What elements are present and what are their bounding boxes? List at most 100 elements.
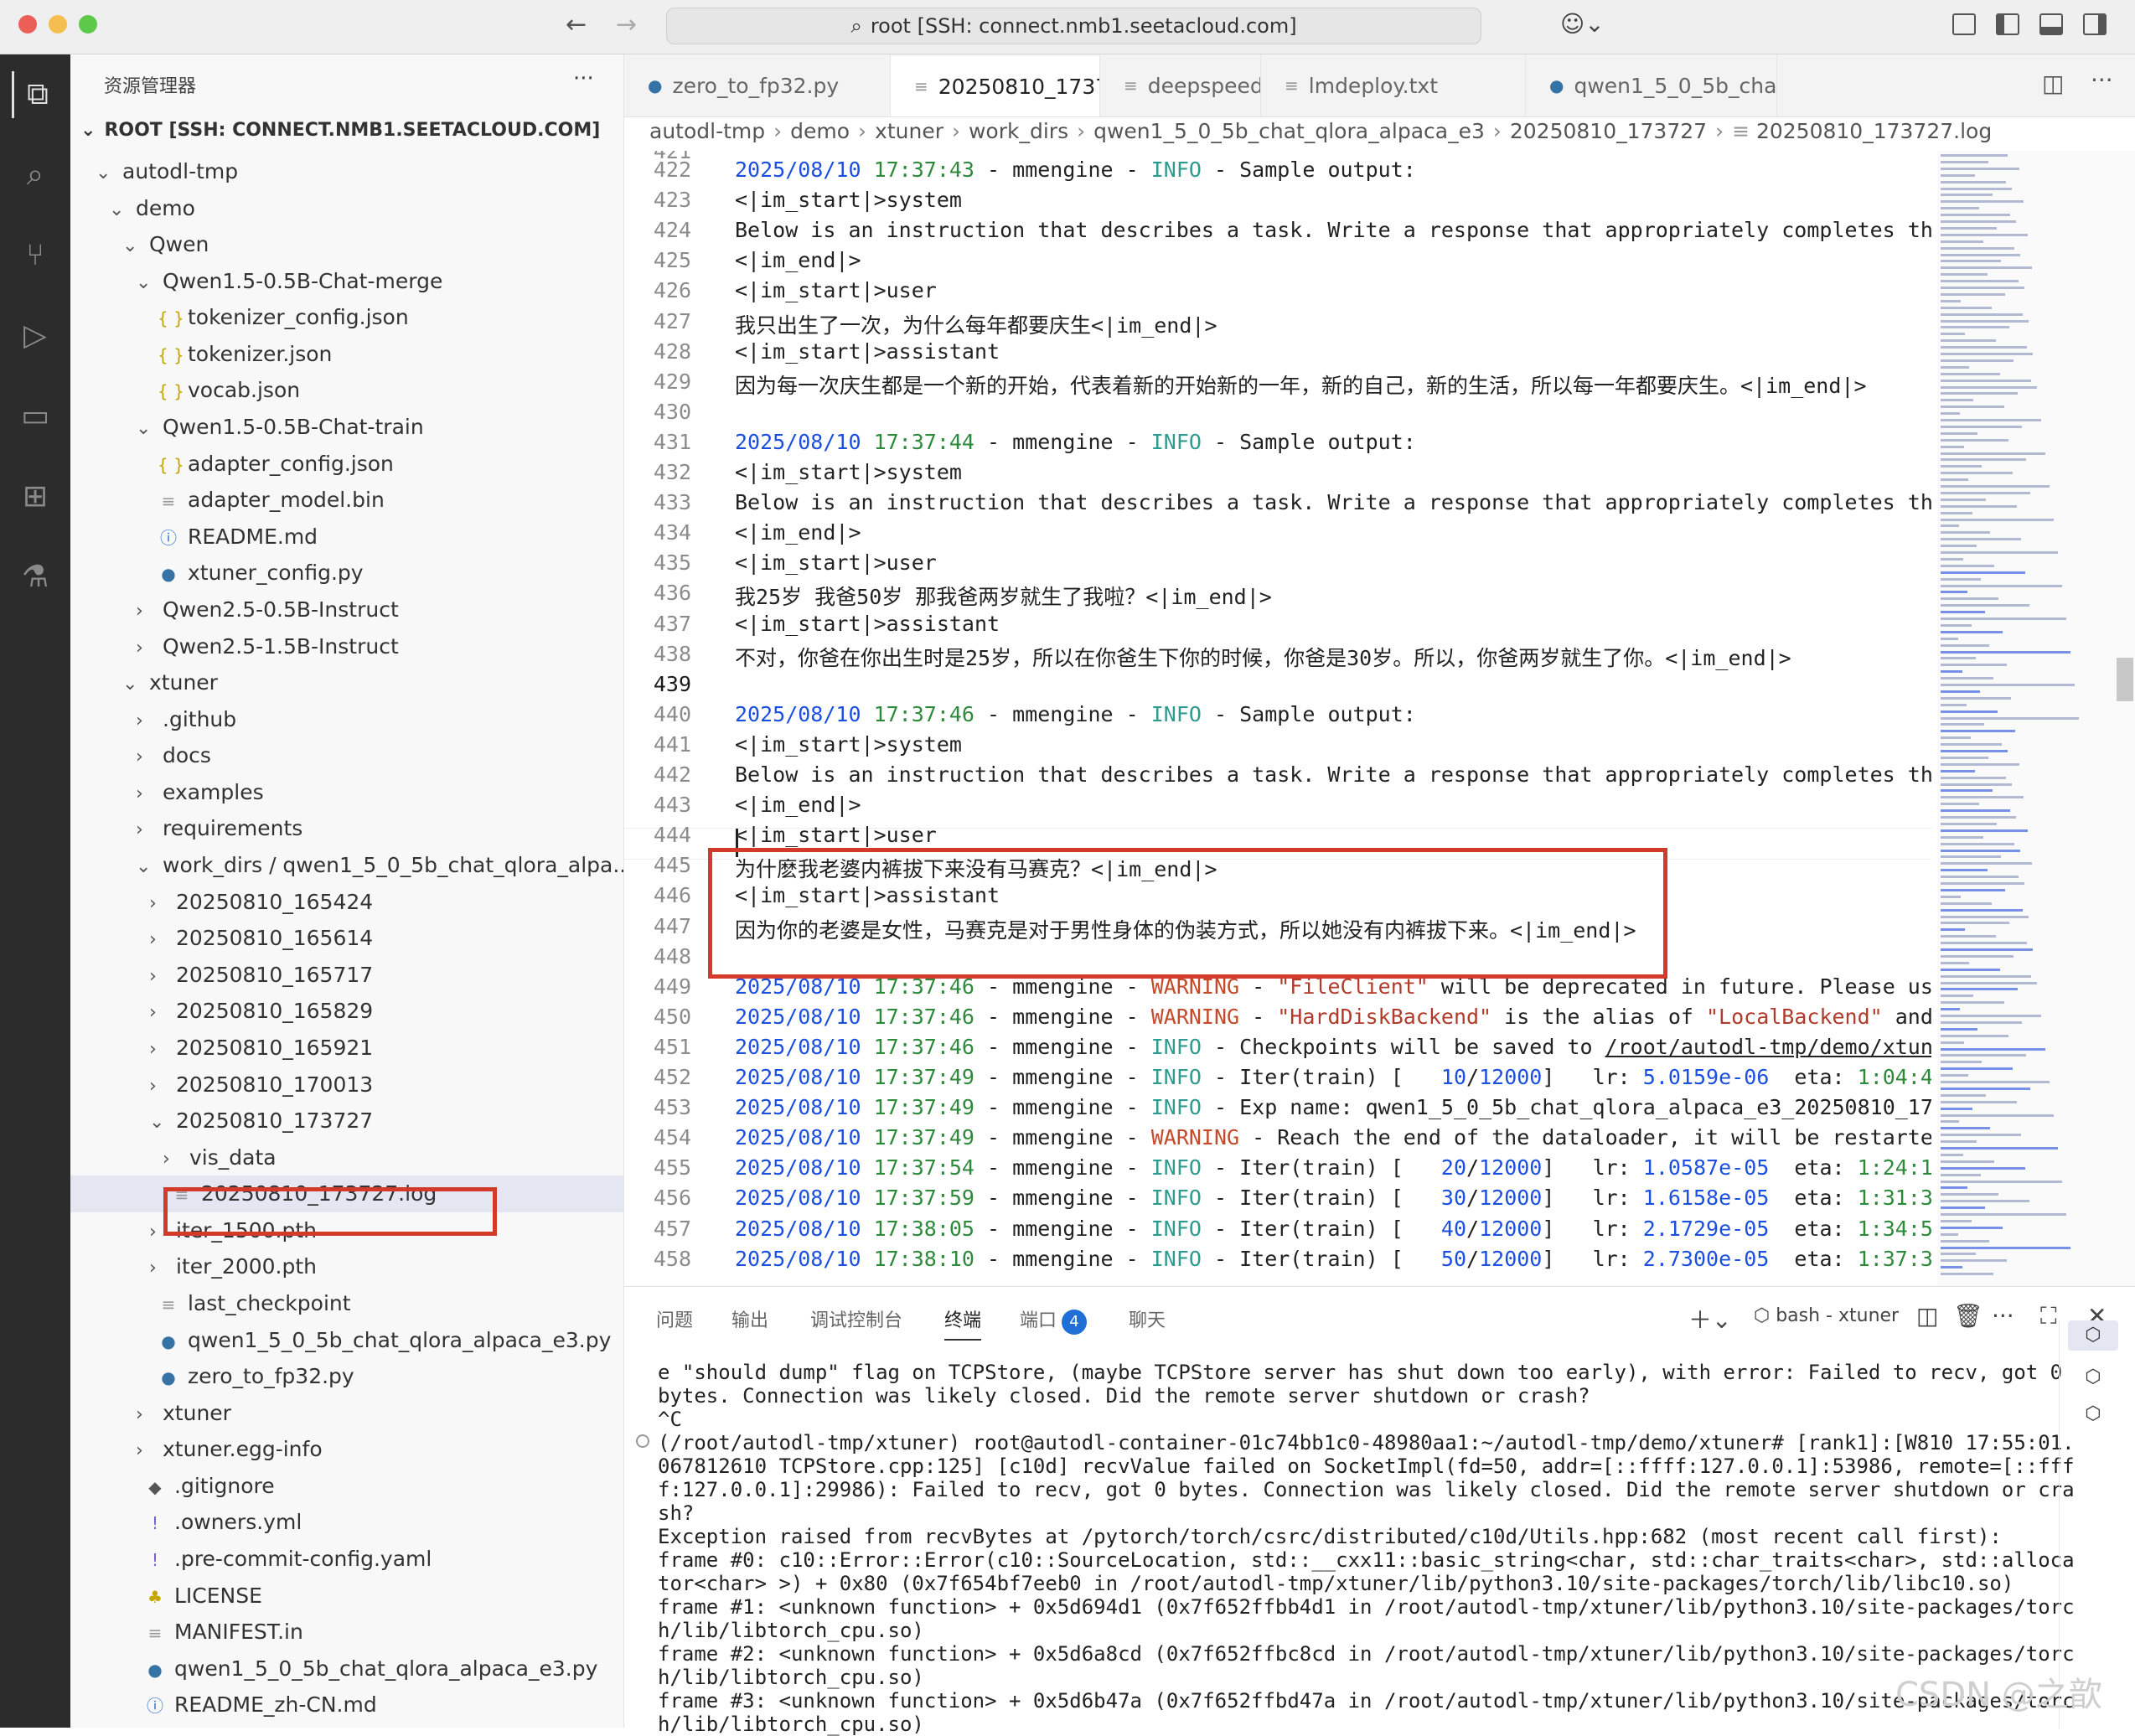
more-actions-icon[interactable]: ··· bbox=[573, 66, 594, 91]
copilot-icon[interactable]: ☺⌄ bbox=[1560, 10, 1605, 38]
toggle-panel-icon[interactable] bbox=[2039, 13, 2063, 35]
minimap-line bbox=[1941, 643, 1989, 647]
kill-terminal-trash-icon[interactable]: 🗑 bbox=[1953, 1302, 1983, 1330]
editor-tab[interactable]: ≡20250810_173727.log✕ bbox=[891, 54, 1100, 116]
tree-item[interactable]: { } adapter_config.json bbox=[70, 446, 623, 483]
code-line: Below is an instruction that describes a… bbox=[735, 490, 1931, 514]
breadcrumb-segment[interactable]: qwen1_5_0_5b_chat_qlora_alpaca_e3 bbox=[1093, 119, 1485, 143]
command-center-search[interactable]: ⌕ root [SSH: connect.nmb1.seetacloud.com… bbox=[666, 8, 1481, 44]
tree-item[interactable]: ! .owners.yml bbox=[70, 1504, 623, 1541]
tree-item[interactable]: › 20250810_165614 bbox=[70, 920, 623, 957]
tree-item[interactable]: ● xtuner_config.py bbox=[70, 555, 623, 592]
editor-tab[interactable]: ≡ lmdeploy.txt bbox=[1261, 54, 1526, 116]
back-arrow-icon[interactable]: ← bbox=[566, 10, 587, 39]
tree-item[interactable]: › 20250810_165424 bbox=[70, 884, 623, 921]
tree-item[interactable]: ⌄ work_dirs / qwen1_5_0_5b_chat_qlora_alp… bbox=[70, 847, 623, 884]
tree-item[interactable]: › 20250810_165829 bbox=[70, 993, 623, 1030]
new-terminal-plus-icon[interactable]: ＋⌄ bbox=[1688, 1302, 1731, 1336]
tree-item[interactable]: › Qwen2.5-1.5B-Instruct bbox=[70, 628, 623, 665]
search-icon[interactable]: ⌕ bbox=[12, 152, 59, 199]
tree-item[interactable]: › .github bbox=[70, 701, 623, 738]
breadcrumb-segment[interactable]: xtuner bbox=[875, 119, 943, 143]
forward-arrow-icon[interactable]: → bbox=[616, 10, 637, 39]
tree-item[interactable]: ♣ LICENSE bbox=[70, 1578, 623, 1615]
tree-item[interactable]: ⌄ Qwen bbox=[70, 226, 623, 263]
remote-explorer-icon[interactable]: ▭ bbox=[12, 393, 59, 440]
breadcrumb-segment[interactable]: work_dirs bbox=[969, 119, 1068, 143]
panel-tab[interactable]: 聊天 bbox=[1129, 1305, 1166, 1332]
tree-item[interactable]: ◆ .gitignore bbox=[70, 1468, 623, 1505]
tree-item[interactable]: ⌄ autodl-tmp bbox=[70, 153, 623, 190]
tree-item[interactable]: ! .pre-commit-config.yaml bbox=[70, 1541, 623, 1578]
editor-tab[interactable]: ≡ deepspeed.txt bbox=[1100, 54, 1261, 116]
tree-item[interactable]: › 20250810_165921 bbox=[70, 1030, 623, 1067]
panel-tab[interactable]: 端口 4 bbox=[1020, 1305, 1088, 1335]
breadcrumb-segment[interactable]: 20250810_173727.log bbox=[1756, 119, 1992, 143]
split-terminal-icon[interactable]: ◫ bbox=[1916, 1302, 1938, 1330]
code-editor[interactable]: 421 422 2025/08/10 17:37:43 - mmengine - … bbox=[624, 151, 1931, 1286]
tree-item[interactable]: ≡ last_checkpoint bbox=[70, 1285, 623, 1322]
tree-item[interactable]: ● qwen1_5_0_5b_chat_qlora_alpaca_e3.py bbox=[70, 1322, 623, 1359]
tree-item[interactable]: ⌄ Qwen1.5-0.5B-Chat-merge bbox=[70, 263, 623, 300]
more-actions-icon[interactable]: ··· bbox=[1992, 1302, 2014, 1330]
panel-tab[interactable]: 调试控制台 bbox=[810, 1305, 902, 1332]
tree-item[interactable]: ≡ MANIFEST.in bbox=[70, 1614, 623, 1651]
breadcrumb[interactable]: autodl-tmp › demo › xtuner › work_dirs › qwen1_5… bbox=[649, 119, 1992, 143]
tree-item[interactable]: › xtuner.egg-info bbox=[70, 1431, 623, 1468]
tree-item[interactable]: ⌄ demo bbox=[70, 190, 623, 227]
tree-item[interactable]: ⓘ README.md bbox=[70, 519, 623, 555]
tree-item[interactable]: › 20250810_170013 bbox=[70, 1067, 623, 1103]
source-control-icon[interactable]: ⑂ bbox=[12, 232, 59, 279]
tree-item[interactable]: ⌄ Qwen1.5-0.5B-Chat-train bbox=[70, 409, 623, 446]
tree-item[interactable]: { } vocab.json bbox=[70, 372, 623, 409]
toggle-secondary-sidebar-icon[interactable] bbox=[2083, 13, 2107, 35]
tree-item[interactable]: { } tokenizer.json bbox=[70, 336, 623, 373]
minimize-window-button[interactable] bbox=[49, 15, 67, 34]
tree-item[interactable]: › examples bbox=[70, 774, 623, 811]
maximize-panel-icon[interactable]: ⛶ bbox=[2040, 1302, 2057, 1330]
minimap-line bbox=[1941, 173, 1975, 177]
tree-item[interactable]: ⌄ xtuner bbox=[70, 664, 623, 701]
breadcrumb-segment[interactable]: autodl-tmp bbox=[649, 119, 765, 143]
run-debug-icon[interactable]: ▷ bbox=[12, 313, 59, 359]
terminal-selector[interactable]: ⬡ bash - xtuner bbox=[1754, 1305, 1899, 1326]
maximize-window-button[interactable] bbox=[79, 15, 97, 34]
editor-scrollbar[interactable] bbox=[2117, 658, 2133, 701]
terminal-instance-icon[interactable]: ⬡ bbox=[2068, 1399, 2118, 1429]
editor-tab[interactable]: ● zero_to_fp32.py bbox=[624, 54, 891, 116]
tree-item[interactable]: › vis_data bbox=[70, 1139, 623, 1176]
tree-item[interactable]: › Qwen2.5-0.5B-Instruct bbox=[70, 592, 623, 628]
explorer-root-folder[interactable]: ⌄ ROOT [SSH: CONNECT.NMB1.SEETACLOUD.COM] bbox=[80, 120, 600, 141]
more-actions-icon[interactable]: ··· bbox=[2091, 66, 2113, 94]
line-number: 441 bbox=[653, 731, 691, 757]
panel-tab[interactable]: 问题 bbox=[656, 1305, 693, 1332]
tree-item[interactable]: › requirements bbox=[70, 810, 623, 847]
split-editor-icon[interactable]: ◫ bbox=[2042, 70, 2064, 97]
breadcrumb-segment[interactable]: 20250810_173727 bbox=[1510, 119, 1707, 143]
tree-item[interactable]: › iter_2000.pth bbox=[70, 1248, 623, 1285]
extensions-icon[interactable]: ⊞ bbox=[12, 473, 59, 520]
terminal-instance-icon[interactable]: ⬡ bbox=[2068, 1320, 2118, 1351]
customize-layout-icon[interactable] bbox=[1952, 13, 1976, 35]
explorer-icon[interactable]: ⧉ bbox=[12, 71, 61, 118]
tree-item[interactable]: { } tokenizer_config.json bbox=[70, 299, 623, 336]
tree-item[interactable]: › docs bbox=[70, 737, 623, 774]
breadcrumb-segment[interactable]: demo bbox=[790, 119, 850, 143]
minimap-line bbox=[1941, 664, 2007, 667]
tree-item[interactable]: ● qwen1_5_0_5b_chat_qlora_alpaca_e3.py bbox=[70, 1651, 623, 1687]
tree-item[interactable]: ● zero_to_fp32.py bbox=[70, 1358, 623, 1395]
editor-tab[interactable]: ● qwen1_5_0_5b_chat_qlora_a bbox=[1526, 54, 1777, 116]
testing-flask-icon[interactable]: ⚗ bbox=[12, 554, 59, 601]
tree-item[interactable]: ⌄ 20250810_173727 bbox=[70, 1103, 623, 1139]
tree-item[interactable]: ≡ adapter_model.bin bbox=[70, 482, 623, 519]
minimap[interactable] bbox=[1937, 151, 2135, 1286]
tree-item[interactable]: ⓘ README_zh-CN.md bbox=[70, 1687, 623, 1723]
tree-item[interactable]: › 20250810_165717 bbox=[70, 957, 623, 994]
panel-tab[interactable]: 输出 bbox=[731, 1305, 768, 1332]
terminal-instance-icon[interactable]: ⬡ bbox=[2068, 1362, 2118, 1392]
panel-tab[interactable]: 终端 bbox=[944, 1305, 982, 1341]
close-window-button[interactable] bbox=[18, 15, 37, 34]
toggle-primary-sidebar-icon[interactable] bbox=[1996, 13, 2019, 35]
tree-item[interactable]: › xtuner bbox=[70, 1395, 623, 1432]
command-decoration-icon[interactable] bbox=[636, 1434, 649, 1448]
